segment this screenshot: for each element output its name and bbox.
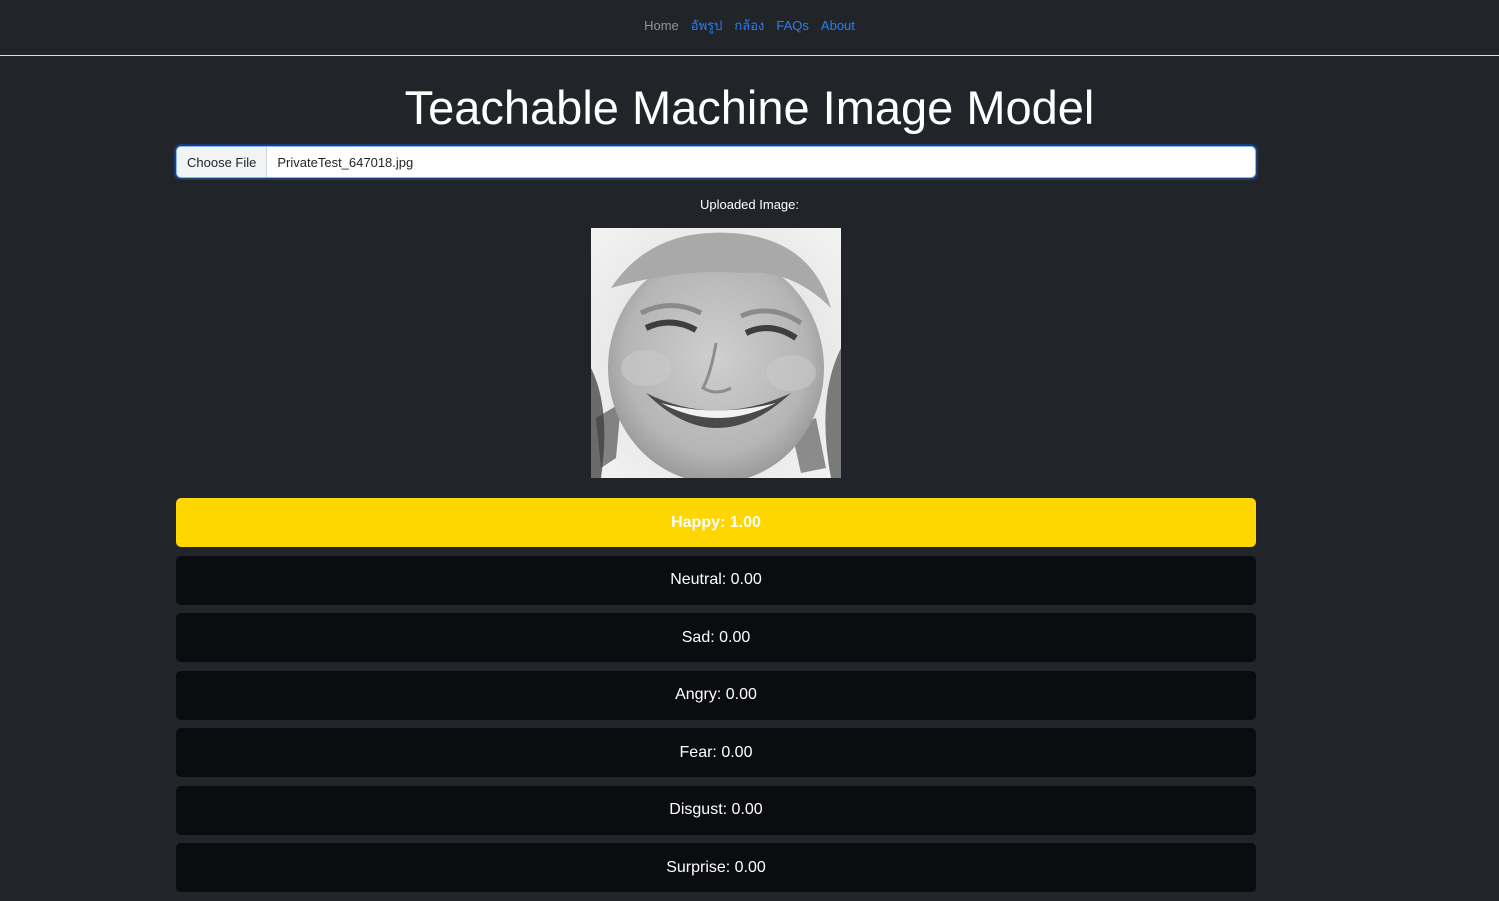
result-sad: Sad: 0.00 bbox=[176, 613, 1256, 662]
file-upload-input[interactable]: Choose File PrivateTest_647018.jpg bbox=[176, 146, 1256, 178]
nav-links: Home อัพรูป กล้อง FAQs About bbox=[0, 17, 1499, 35]
result-happy: Happy: 1.00 bbox=[176, 498, 1256, 547]
result-surprise: Surprise: 0.00 bbox=[176, 843, 1256, 892]
page-title: Teachable Machine Image Model bbox=[404, 81, 1095, 134]
result-angry: Angry: 0.00 bbox=[176, 670, 1256, 720]
nav-faqs-link[interactable]: FAQs bbox=[770, 17, 815, 35]
nav-home-link[interactable]: Home bbox=[638, 17, 685, 35]
face-photo-icon bbox=[591, 228, 841, 478]
prediction-results: Happy: 1.00 Neutral: 0.00 Sad: 0.00 Angr… bbox=[176, 498, 1256, 901]
result-neutral: Neutral: 0.00 bbox=[176, 555, 1256, 605]
result-disgust: Disgust: 0.00 bbox=[176, 785, 1256, 835]
uploaded-image-preview bbox=[591, 228, 841, 478]
result-fear: Fear: 0.00 bbox=[176, 728, 1256, 777]
choose-file-button[interactable]: Choose File bbox=[177, 147, 268, 177]
nav-camera-link[interactable]: กล้อง bbox=[728, 17, 770, 35]
uploaded-image-label: Uploaded Image: bbox=[699, 197, 799, 212]
nav-upload-link[interactable]: อัพรูป bbox=[685, 17, 729, 35]
selected-file-name: PrivateTest_647018.jpg bbox=[277, 154, 414, 170]
nav-about-link[interactable]: About bbox=[815, 17, 861, 35]
top-navbar: Home อัพรูป กล้อง FAQs About bbox=[0, 0, 1499, 56]
